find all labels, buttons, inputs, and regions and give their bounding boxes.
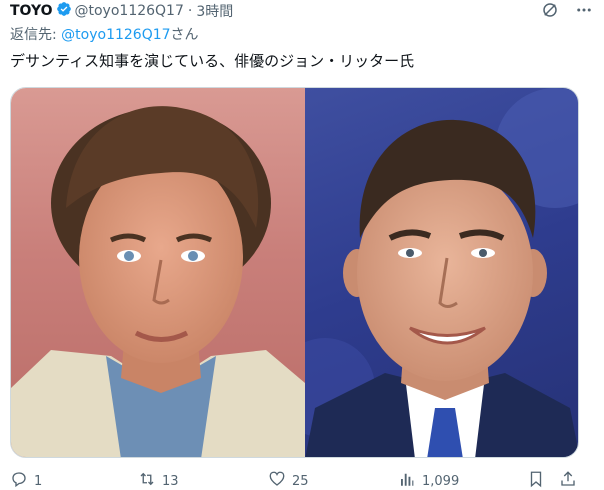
action-bar: 1 13 25 1,099 (10, 470, 580, 490)
reply-to-line: 返信先: @toyo1126Q17さん (10, 24, 199, 44)
handle[interactable]: @toyo1126Q17 (75, 3, 184, 19)
top-right-actions (540, 0, 594, 20)
share-button[interactable] (559, 470, 577, 490)
grok-icon[interactable] (540, 0, 560, 20)
like-count: 25 (292, 473, 309, 489)
views-icon (398, 470, 416, 490)
retweet-count: 13 (162, 473, 179, 489)
verified-badge-icon (53, 1, 75, 21)
timestamp[interactable]: 3時間 (196, 1, 233, 21)
photo-left[interactable] (11, 88, 305, 457)
portrait-right-illustration (305, 88, 578, 457)
reply-suffix: さん (170, 27, 199, 43)
media-container[interactable] (10, 87, 579, 458)
retweet-button[interactable]: 13 (138, 470, 179, 490)
more-icon[interactable] (574, 0, 594, 20)
reply-mention-link[interactable]: @toyo1126Q17 (61, 27, 170, 43)
reply-prefix: 返信先: (10, 27, 62, 43)
bookmark-icon (527, 470, 545, 490)
display-name[interactable]: TOYO (10, 3, 53, 19)
views-button[interactable]: 1,099 (398, 470, 459, 490)
retweet-icon (138, 470, 156, 490)
reply-button[interactable]: 1 (10, 470, 42, 490)
reply-icon (10, 470, 28, 490)
portrait-left-illustration (11, 106, 305, 457)
photo-right[interactable] (305, 88, 578, 457)
reply-count: 1 (34, 473, 43, 489)
share-icon (559, 470, 577, 490)
heart-icon (268, 470, 286, 490)
like-button[interactable]: 25 (268, 470, 309, 490)
tweet-header: TOYO @toyo1126Q17 · 3時間 (10, 2, 233, 20)
tweet: TOYO @toyo1126Q17 · 3時間 返信先: @toyo1126Q1… (0, 0, 604, 490)
separator: · (187, 3, 193, 19)
tweet-text: デサンティス知事を演じている、俳優のジョン・リッター氏 (10, 52, 415, 70)
bookmark-button[interactable] (527, 470, 545, 490)
views-count: 1,099 (422, 473, 460, 489)
